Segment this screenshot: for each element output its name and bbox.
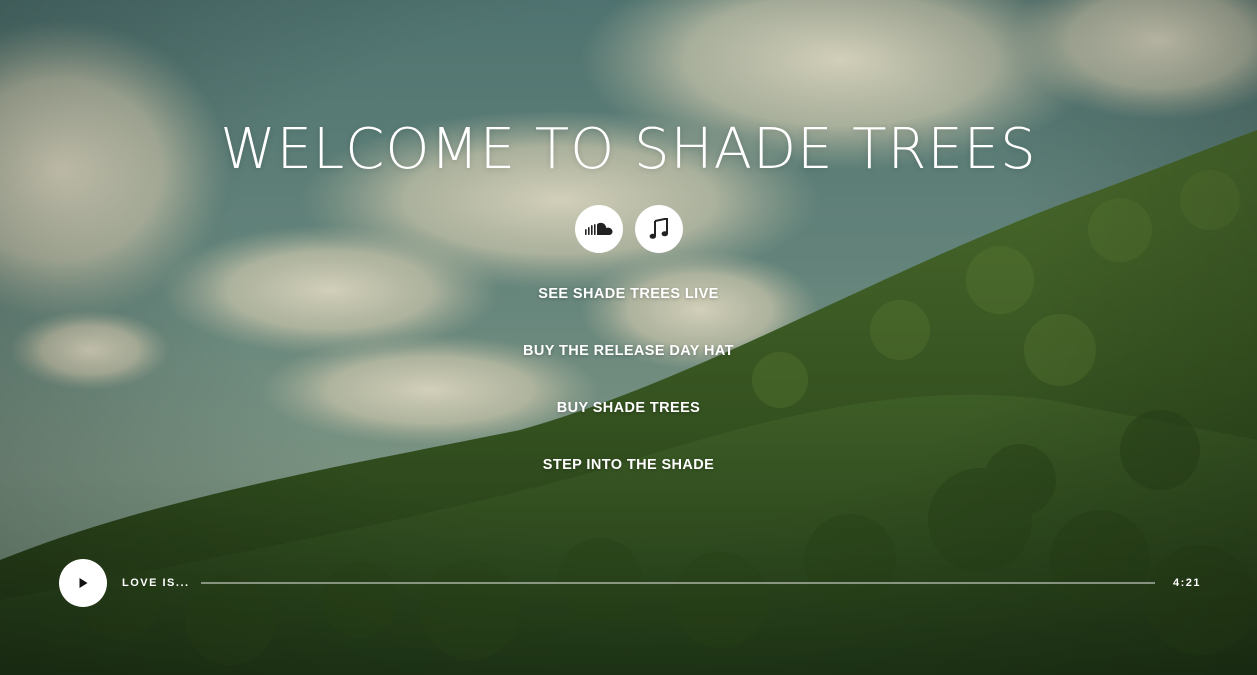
nav-link-step-into-shade[interactable]: STEP INTO THE SHADE xyxy=(0,454,1257,511)
nav-link-see-live[interactable]: SEE SHADE TREES LIVE xyxy=(0,283,1257,340)
social-links xyxy=(0,205,1257,253)
audio-player: LOVE IS... 4:21 xyxy=(59,559,1201,607)
main-nav: SEE SHADE TREES LIVE BUY THE RELEASE DAY… xyxy=(0,283,1257,511)
track-title: LOVE IS... xyxy=(122,577,190,589)
page-title: WELCOME TO SHADE TREES xyxy=(220,117,1037,182)
play-button[interactable] xyxy=(59,559,107,607)
play-icon xyxy=(77,574,89,593)
progress-bar[interactable] xyxy=(200,582,1155,584)
music-note-icon xyxy=(649,218,669,240)
soundcloud-icon xyxy=(584,221,614,237)
nav-link-release-day-hat[interactable]: BUY THE RELEASE DAY HAT xyxy=(0,340,1257,397)
music-store-button[interactable] xyxy=(634,205,683,253)
nav-link-buy-shade-trees[interactable]: BUY SHADE TREES xyxy=(0,397,1257,454)
soundcloud-button[interactable] xyxy=(574,205,623,253)
track-duration: 4:21 xyxy=(1172,577,1201,589)
